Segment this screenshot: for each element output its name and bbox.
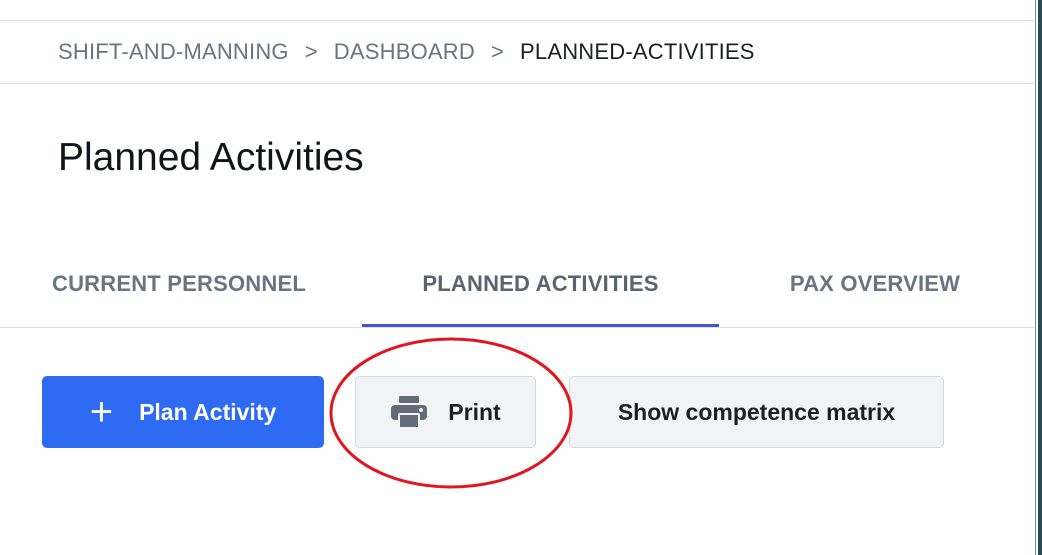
breadcrumb-item-dashboard[interactable]: DASHBOARD [334, 39, 475, 65]
plan-activity-button[interactable]: + Plan Activity [42, 376, 324, 448]
plan-activity-label: Plan Activity [139, 398, 277, 425]
breadcrumb-item-planned-activities: PLANNED-ACTIVITIES [520, 39, 755, 64]
window-edge [1035, 0, 1042, 555]
breadcrumb: SHIFT-AND-MANNING > DASHBOARD > PLANNED-… [58, 38, 755, 66]
breadcrumb-separator: > [304, 39, 318, 64]
breadcrumb-separator: > [490, 39, 505, 64]
plus-icon: + [89, 390, 114, 434]
printer-icon [391, 396, 428, 429]
page-title: Planned Activities [58, 136, 364, 179]
tab-planned-activities[interactable]: PLANNED ACTIVITIES [362, 240, 719, 328]
tab-bar: CURRENT PERSONNEL PLANNED ACTIVITIES PAX… [0, 240, 1034, 328]
tab-current-personnel[interactable]: CURRENT PERSONNEL [20, 240, 338, 328]
competence-matrix-label: Show competence matrix [617, 398, 896, 425]
tabs-divider [0, 327, 1034, 328]
active-tab-indicator [362, 324, 719, 327]
top-divider [0, 20, 1034, 21]
tab-pax-overview[interactable]: PAX OVERVIEW [760, 240, 990, 328]
page: SHIFT-AND-MANNING > DASHBOARD > PLANNED-… [0, 0, 1042, 555]
breadcrumb-divider [0, 83, 1034, 84]
print-button[interactable]: Print [355, 376, 536, 448]
breadcrumb-item-shift-and-manning[interactable]: SHIFT-AND-MANNING [58, 39, 289, 65]
print-label: Print [448, 398, 501, 425]
show-competence-matrix-button[interactable]: Show competence matrix [569, 376, 944, 448]
